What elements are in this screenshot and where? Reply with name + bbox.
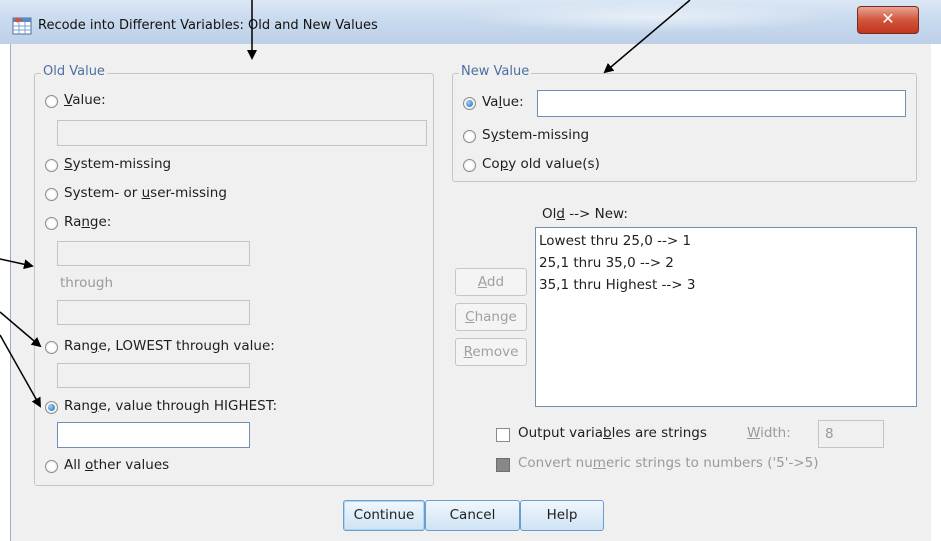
mapping-header: Old --> New: [542, 206, 628, 222]
close-button[interactable]: ✕ [857, 6, 919, 34]
old-all-other-radio[interactable] [45, 460, 58, 473]
window-border [10, 44, 11, 541]
continue-button[interactable]: Continue [343, 500, 425, 531]
old-system-missing-label: System-missing [64, 156, 172, 172]
old-range-highest-label: Range, value through HIGHEST: [64, 398, 278, 414]
title-bar: Recode into Different Variables: Old and… [0, 0, 941, 44]
old-system-or-user-missing-label: System- or user-missing [64, 185, 227, 201]
old-all-other-label: All other values [64, 457, 170, 473]
old-range-to-input[interactable] [57, 300, 250, 325]
width-input[interactable]: 8 [818, 420, 884, 448]
old-system-missing-radio[interactable] [45, 159, 58, 172]
old-range-from-input[interactable] [57, 241, 250, 266]
old-value-input[interactable] [57, 120, 427, 146]
old-range-lowest-label: Range, LOWEST through value: [64, 338, 275, 354]
old-range-label: Range: [64, 214, 112, 230]
output-strings-checkbox[interactable] [496, 428, 510, 442]
old-value-radio[interactable] [45, 95, 58, 108]
convert-numeric-checkbox[interactable] [496, 458, 510, 472]
new-system-missing-label: System-missing [482, 127, 590, 143]
convert-numeric-label: Convert numeric strings to numbers ('5'-… [518, 455, 819, 471]
old-range-radio[interactable] [45, 217, 58, 230]
mapping-list[interactable]: Lowest thru 25,0 --> 1 25,1 thru 35,0 --… [535, 227, 917, 407]
old-value-legend: Old Value [41, 64, 107, 79]
new-system-missing-radio[interactable] [463, 130, 476, 143]
list-item[interactable]: 25,1 thru 35,0 --> 2 [539, 253, 913, 275]
list-item[interactable]: Lowest thru 25,0 --> 1 [539, 231, 913, 253]
title-bar-glow [460, 2, 840, 32]
list-item[interactable]: 35,1 thru Highest --> 3 [539, 275, 913, 297]
add-button[interactable]: Add [455, 268, 527, 296]
output-strings-label: Output variables are strings [518, 425, 707, 441]
new-value-legend: New Value [459, 64, 532, 79]
width-value: 8 [825, 426, 834, 442]
new-value-label: Value: [482, 94, 524, 110]
remove-button[interactable]: Remove [455, 338, 527, 366]
change-button[interactable]: Change [455, 303, 527, 331]
new-copy-old-radio[interactable] [463, 159, 476, 172]
old-system-or-user-missing-radio[interactable] [45, 188, 58, 201]
window-title: Recode into Different Variables: Old and… [38, 18, 378, 33]
cancel-button[interactable]: Cancel [425, 500, 520, 531]
old-through-label: through [60, 275, 114, 291]
old-range-highest-input[interactable] [57, 422, 250, 448]
new-value-input[interactable] [537, 90, 906, 117]
old-range-lowest-input[interactable] [57, 363, 250, 388]
help-button[interactable]: Help [520, 500, 604, 531]
close-icon: ✕ [881, 9, 895, 28]
old-value-label: Value: [64, 92, 106, 108]
app-icon [12, 17, 32, 35]
width-label: Width: [747, 425, 791, 441]
old-range-highest-radio[interactable] [45, 401, 58, 414]
new-value-radio[interactable] [463, 97, 476, 110]
old-range-lowest-radio[interactable] [45, 341, 58, 354]
new-copy-old-label: Copy old value(s) [482, 156, 600, 172]
